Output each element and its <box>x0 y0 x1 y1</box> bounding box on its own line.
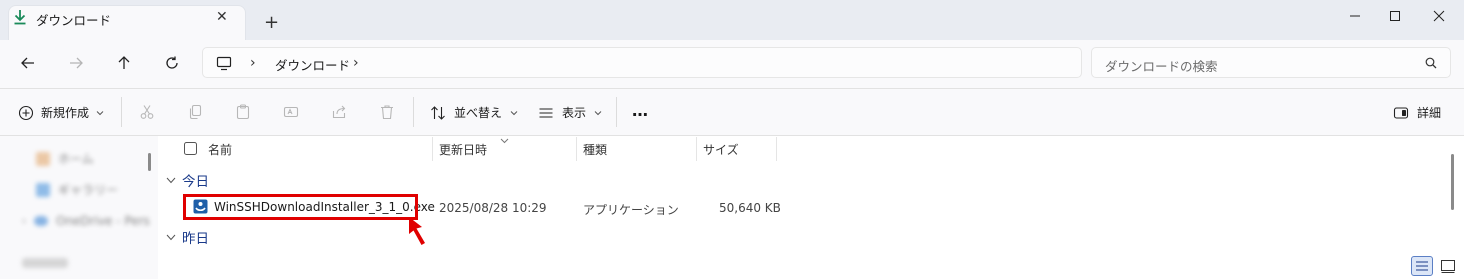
refresh-button[interactable] <box>160 51 184 75</box>
up-button[interactable] <box>112 51 136 75</box>
sort-button[interactable]: 並べ替え <box>430 104 518 121</box>
forward-arrow-icon <box>70 57 83 69</box>
forward-button[interactable] <box>64 51 88 75</box>
sidebar-scrollbar[interactable] <box>148 153 151 171</box>
file-size: 50,640 KB <box>719 201 781 215</box>
column-header-size[interactable]: サイズ <box>703 141 739 158</box>
column-divider[interactable] <box>776 137 777 161</box>
back-arrow-icon <box>21 57 34 69</box>
sort-label: 並べ替え <box>454 106 503 120</box>
select-all-checkbox[interactable] <box>184 142 197 158</box>
sidebar-item-label: OneDrive - Pers <box>56 214 150 228</box>
vertical-scrollbar[interactable] <box>1451 154 1454 210</box>
sidebar-item-gallery[interactable]: ギャラリー <box>36 181 118 198</box>
breadcrumb-separator[interactable]: › <box>353 55 359 71</box>
view-button[interactable]: 表示 <box>538 104 602 121</box>
column-divider[interactable] <box>432 137 433 161</box>
command-bar <box>0 89 1464 136</box>
column-header-name[interactable]: 名前 <box>208 141 232 158</box>
new-button-label: 新規作成 <box>41 106 90 120</box>
group-label: 昨日 <box>182 231 209 247</box>
group-header-yesterday[interactable]: 昨日 <box>166 227 209 247</box>
computer-icon[interactable] <box>216 55 232 74</box>
gallery-icon <box>36 182 50 197</box>
column-header-type[interactable]: 種類 <box>583 141 607 158</box>
cut-icon[interactable] <box>139 104 155 123</box>
chevron-down-icon <box>594 110 602 115</box>
tab-title: ダウンロード <box>36 13 112 28</box>
home-icon <box>36 151 50 166</box>
chevron-down-icon <box>96 110 104 115</box>
chevron-down-icon <box>166 234 176 240</box>
new-tab-button[interactable]: + <box>264 14 279 32</box>
divider <box>121 97 122 127</box>
chevron-down-icon <box>166 177 176 183</box>
search-input[interactable]: ダウンロードの検索 <box>1105 56 1218 75</box>
sort-icon <box>431 105 445 120</box>
pointer-arrow-icon <box>406 215 432 250</box>
plus-circle-icon <box>18 105 34 120</box>
sidebar-item-home[interactable]: ホーム <box>36 150 94 167</box>
refresh-icon <box>166 56 178 69</box>
details-view-icon <box>1416 261 1428 271</box>
view-list-icon <box>539 107 553 118</box>
sidebar-item-label: ギャラリー <box>58 183 119 197</box>
cloud-icon <box>34 216 48 226</box>
tiles-view-icon <box>1441 260 1455 273</box>
sort-chevron-icon <box>500 133 509 147</box>
divider <box>413 97 414 127</box>
paste-icon[interactable] <box>235 104 251 123</box>
file-date: 2025/08/28 10:29 <box>439 201 547 215</box>
view-label: 表示 <box>562 106 587 120</box>
breadcrumb-downloads[interactable]: ダウンロード <box>275 55 350 74</box>
sidebar-item[interactable] <box>22 258 68 268</box>
sidebar-item-onedrive[interactable]: › OneDrive - Pers <box>22 214 150 228</box>
details-pane-button[interactable]: 詳細 <box>1393 104 1441 121</box>
up-arrow-icon <box>118 56 130 69</box>
file-type: アプリケーション <box>583 203 679 217</box>
close-window-button[interactable] <box>1424 6 1454 26</box>
details-view-button[interactable] <box>1411 256 1433 276</box>
details-pane-icon <box>1393 106 1409 119</box>
chevron-down-icon <box>510 110 518 115</box>
share-icon[interactable] <box>331 104 347 123</box>
tab-close-icon[interactable]: ✕ <box>216 9 228 25</box>
group-label: 今日 <box>182 174 209 190</box>
breadcrumb-separator[interactable]: › <box>250 55 256 71</box>
download-icon <box>13 9 27 28</box>
maximize-button[interactable] <box>1380 6 1410 26</box>
delete-icon[interactable] <box>379 104 395 123</box>
copy-icon[interactable] <box>187 104 203 123</box>
search-icon[interactable] <box>1425 57 1437 72</box>
column-divider[interactable] <box>696 137 697 161</box>
sidebar-item-label: ホーム <box>58 152 94 166</box>
chevron-right-icon: › <box>22 215 26 227</box>
highlight-box <box>183 194 418 220</box>
rename-icon[interactable] <box>283 104 299 123</box>
group-header-today[interactable]: 今日 <box>166 170 209 190</box>
new-button[interactable]: 新規作成 <box>18 104 104 121</box>
column-divider[interactable] <box>576 137 577 161</box>
divider <box>616 97 617 127</box>
details-label: 詳細 <box>1417 106 1442 120</box>
minimize-button[interactable] <box>1340 6 1370 26</box>
more-options-button[interactable]: … <box>632 101 649 120</box>
back-button[interactable] <box>16 51 40 75</box>
column-header-date[interactable]: 更新日時 <box>439 141 487 158</box>
tiles-view-button[interactable] <box>1438 256 1458 276</box>
